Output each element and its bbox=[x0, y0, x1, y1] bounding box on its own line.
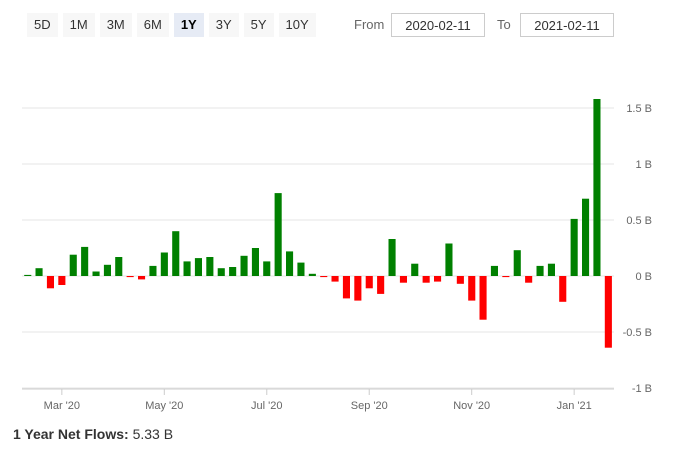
summary-value: 5.33 B bbox=[132, 426, 174, 442]
flow-bar bbox=[69, 254, 77, 276]
flow-bar bbox=[445, 243, 453, 276]
flow-bar bbox=[582, 198, 590, 276]
flow-bar bbox=[172, 231, 180, 276]
flow-bar bbox=[126, 276, 134, 278]
flow-bar bbox=[46, 276, 54, 289]
flow-bar bbox=[490, 265, 498, 276]
flow-bar bbox=[468, 276, 476, 301]
flow-bar bbox=[35, 268, 43, 276]
x-tick-label: May '20 bbox=[145, 400, 183, 412]
y-tick-label: -0.5 B bbox=[623, 327, 652, 339]
flow-bar bbox=[377, 276, 385, 294]
x-tick-label: Nov '20 bbox=[453, 400, 490, 412]
y-tick-label: -1 B bbox=[632, 383, 652, 395]
flow-bar bbox=[183, 261, 191, 276]
flow-bar bbox=[320, 276, 328, 278]
flow-bar bbox=[138, 276, 146, 280]
flow-bar bbox=[559, 276, 567, 302]
flow-bar bbox=[502, 276, 510, 278]
y-tick-label: 0 B bbox=[635, 271, 652, 283]
net-flows-summary: 1 Year Net Flows: 5.33 B bbox=[13, 426, 173, 442]
flow-bar bbox=[286, 251, 294, 276]
flow-bar bbox=[354, 276, 362, 301]
summary-label: 1 Year Net Flows: bbox=[13, 426, 129, 442]
flow-bar bbox=[331, 276, 339, 282]
flow-bar bbox=[422, 276, 430, 283]
y-tick-label: 1.5 B bbox=[626, 103, 652, 115]
flow-bar bbox=[92, 271, 100, 276]
flow-bar bbox=[240, 255, 248, 276]
flow-bar bbox=[388, 239, 396, 276]
x-tick-label: Jul '20 bbox=[251, 400, 282, 412]
flow-bar bbox=[411, 263, 419, 276]
flow-bar bbox=[342, 276, 350, 299]
flow-bar bbox=[297, 262, 305, 276]
x-tick-label: Mar '20 bbox=[44, 400, 80, 412]
flow-bar bbox=[194, 258, 202, 276]
flow-bar bbox=[547, 263, 555, 276]
flow-bar bbox=[365, 276, 373, 289]
flow-bar bbox=[525, 276, 533, 283]
flow-bar bbox=[263, 261, 271, 276]
x-tick-label: Jan '21 bbox=[557, 400, 592, 412]
flow-bar bbox=[217, 268, 225, 276]
net-flows-chart: 1.5 B 1 B 0.5 B 0 B -0.5 B -1 B Mar '20 May '20… bbox=[22, 99, 652, 412]
flow-bar bbox=[103, 264, 111, 276]
flow-bar bbox=[399, 276, 407, 283]
flow-bar bbox=[570, 218, 578, 276]
flow-bar bbox=[513, 250, 521, 276]
flow-bar bbox=[81, 246, 89, 276]
flow-bar bbox=[604, 276, 612, 348]
y-tick-label: 0.5 B bbox=[626, 215, 652, 227]
flow-bar bbox=[229, 267, 237, 276]
flow-bar bbox=[308, 273, 316, 276]
flow-bar bbox=[274, 193, 282, 276]
flow-bar bbox=[456, 276, 464, 284]
y-tick-label: 1 B bbox=[635, 159, 652, 171]
flow-bar bbox=[115, 257, 123, 276]
flow-bar bbox=[434, 276, 442, 282]
flow-bar bbox=[206, 257, 214, 276]
flow-bar bbox=[160, 252, 168, 276]
flow-bar bbox=[149, 265, 157, 276]
x-tick-label: Sep '20 bbox=[351, 400, 388, 412]
flow-bar bbox=[536, 265, 544, 276]
flow-bar bbox=[479, 276, 487, 320]
flow-bar bbox=[24, 274, 32, 276]
flow-bar bbox=[251, 248, 259, 276]
flow-bar bbox=[593, 99, 601, 276]
flow-bar bbox=[58, 276, 66, 285]
